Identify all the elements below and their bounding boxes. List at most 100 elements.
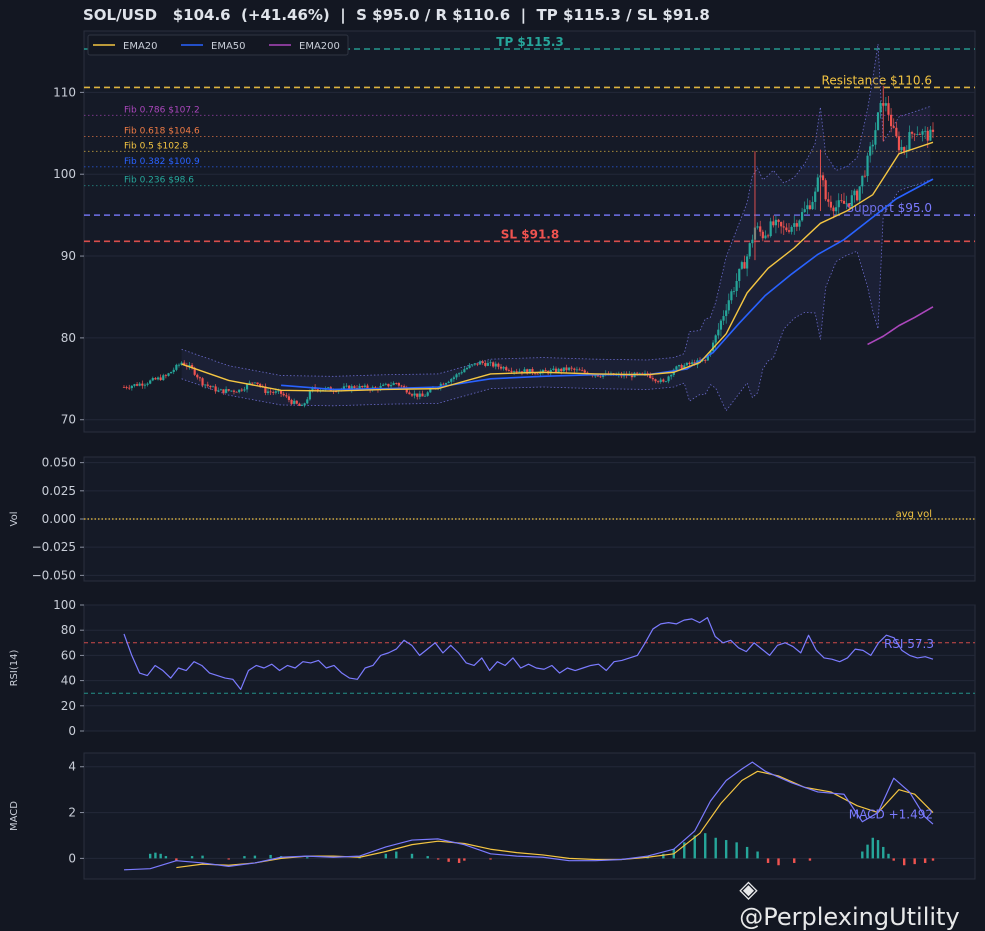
candle-body bbox=[722, 316, 725, 321]
candle-body bbox=[764, 235, 767, 239]
candle-body bbox=[677, 365, 681, 367]
candle-body bbox=[772, 221, 775, 226]
candle-body bbox=[853, 190, 856, 196]
candle-body bbox=[599, 376, 602, 378]
candle-body bbox=[497, 363, 500, 367]
candle-body bbox=[827, 199, 830, 202]
macd-hist-bar bbox=[154, 852, 157, 859]
candle-body bbox=[342, 386, 346, 389]
candle-body bbox=[502, 367, 505, 369]
candle-body bbox=[505, 367, 508, 371]
candle-body bbox=[800, 212, 804, 221]
candle-body bbox=[204, 384, 207, 386]
candle-body bbox=[363, 385, 366, 388]
y-axis-label: RSI(14) bbox=[9, 650, 20, 687]
candle-body bbox=[798, 220, 801, 227]
legend-entry: EMA200 bbox=[299, 41, 340, 52]
candle-body bbox=[680, 365, 683, 369]
candle-body bbox=[455, 374, 458, 378]
ytick-label: 90 bbox=[61, 249, 76, 263]
macd-hist-bar bbox=[201, 855, 204, 859]
candle-body bbox=[489, 362, 492, 364]
candle-body bbox=[866, 155, 869, 177]
candle-body bbox=[159, 377, 162, 381]
watermark-text: @PerplexingUtility bbox=[739, 903, 960, 931]
candle-body bbox=[848, 203, 851, 207]
candle-body bbox=[245, 384, 249, 390]
candle-body bbox=[790, 226, 793, 232]
candle-body bbox=[499, 366, 503, 369]
candle-body bbox=[756, 226, 759, 228]
ytick-label: 0 bbox=[68, 724, 76, 738]
candle-body bbox=[235, 391, 238, 393]
ytick-label: 0.025 bbox=[42, 484, 76, 498]
candle-body bbox=[306, 399, 309, 404]
candle-body bbox=[704, 360, 707, 361]
chart-canvas: 70 80 90 100 110 0.050 0.025 0.000 −0.025 −0.050 V… bbox=[9, 30, 976, 880]
candle-body bbox=[272, 392, 275, 393]
candle-body bbox=[387, 383, 390, 387]
candle-body bbox=[884, 103, 887, 106]
candle-body bbox=[156, 377, 160, 380]
candle-body bbox=[730, 291, 733, 301]
macd-value-label: MACD +1.492 bbox=[849, 807, 933, 821]
ytick-label: −0.050 bbox=[32, 568, 76, 582]
candle-body bbox=[471, 364, 474, 366]
watermark: ◈ @PerplexingUtility bbox=[724, 847, 960, 931]
candle-body bbox=[465, 367, 469, 370]
legend-entry: EMA50 bbox=[211, 41, 246, 52]
candle-body bbox=[824, 180, 827, 200]
level-label: SL $91.8 bbox=[501, 227, 559, 241]
candle-body bbox=[177, 364, 181, 366]
candle-body bbox=[659, 379, 662, 383]
candle-body bbox=[795, 223, 798, 227]
candle-body bbox=[552, 368, 555, 371]
candle-body bbox=[154, 378, 157, 380]
candle-body bbox=[874, 130, 877, 145]
candle-body bbox=[484, 362, 487, 366]
candle-body bbox=[931, 129, 935, 132]
candle-body bbox=[384, 383, 387, 385]
macd-hist-bar bbox=[447, 858, 450, 862]
level-label: Fib 0.5 $102.8 bbox=[124, 141, 189, 151]
candle-body bbox=[735, 280, 738, 292]
macd-hist-bar bbox=[426, 856, 429, 859]
candle-body bbox=[845, 203, 848, 205]
candle-body bbox=[641, 372, 644, 374]
candle-body bbox=[654, 379, 657, 382]
candle-body bbox=[738, 268, 741, 281]
candle-body bbox=[408, 392, 411, 395]
macd-hist-bar bbox=[704, 833, 707, 859]
candle-body bbox=[175, 364, 178, 370]
candle-body bbox=[863, 175, 867, 177]
candle-body bbox=[287, 396, 291, 400]
macd-hist-bar bbox=[693, 835, 696, 859]
candle-body bbox=[929, 129, 932, 141]
candle-body bbox=[418, 393, 421, 397]
candle-body bbox=[908, 132, 911, 150]
candle-body bbox=[777, 219, 780, 222]
candle-body bbox=[916, 133, 919, 135]
macd-hist-bar bbox=[395, 851, 398, 859]
candle-body bbox=[269, 391, 272, 393]
candle-body bbox=[769, 221, 772, 237]
ytick-label: 0.050 bbox=[42, 456, 76, 470]
candle-body bbox=[327, 387, 330, 389]
candle-body bbox=[382, 384, 385, 386]
candle-body bbox=[567, 367, 571, 371]
candle-body bbox=[290, 399, 293, 404]
candle-body bbox=[573, 368, 576, 370]
candle-body bbox=[392, 383, 395, 386]
ytick-label: 20 bbox=[61, 699, 76, 713]
candle-body bbox=[374, 387, 377, 389]
candle-body bbox=[596, 375, 599, 377]
candle-body bbox=[410, 394, 414, 396]
candle-body bbox=[146, 383, 149, 385]
candle-body bbox=[740, 262, 743, 269]
candle-body bbox=[353, 386, 356, 389]
candle-body bbox=[842, 200, 846, 204]
candle-body bbox=[510, 370, 513, 372]
candle-body bbox=[240, 389, 243, 391]
level-label: Fib 0.786 $107.2 bbox=[124, 105, 200, 115]
candle-body bbox=[761, 231, 764, 239]
